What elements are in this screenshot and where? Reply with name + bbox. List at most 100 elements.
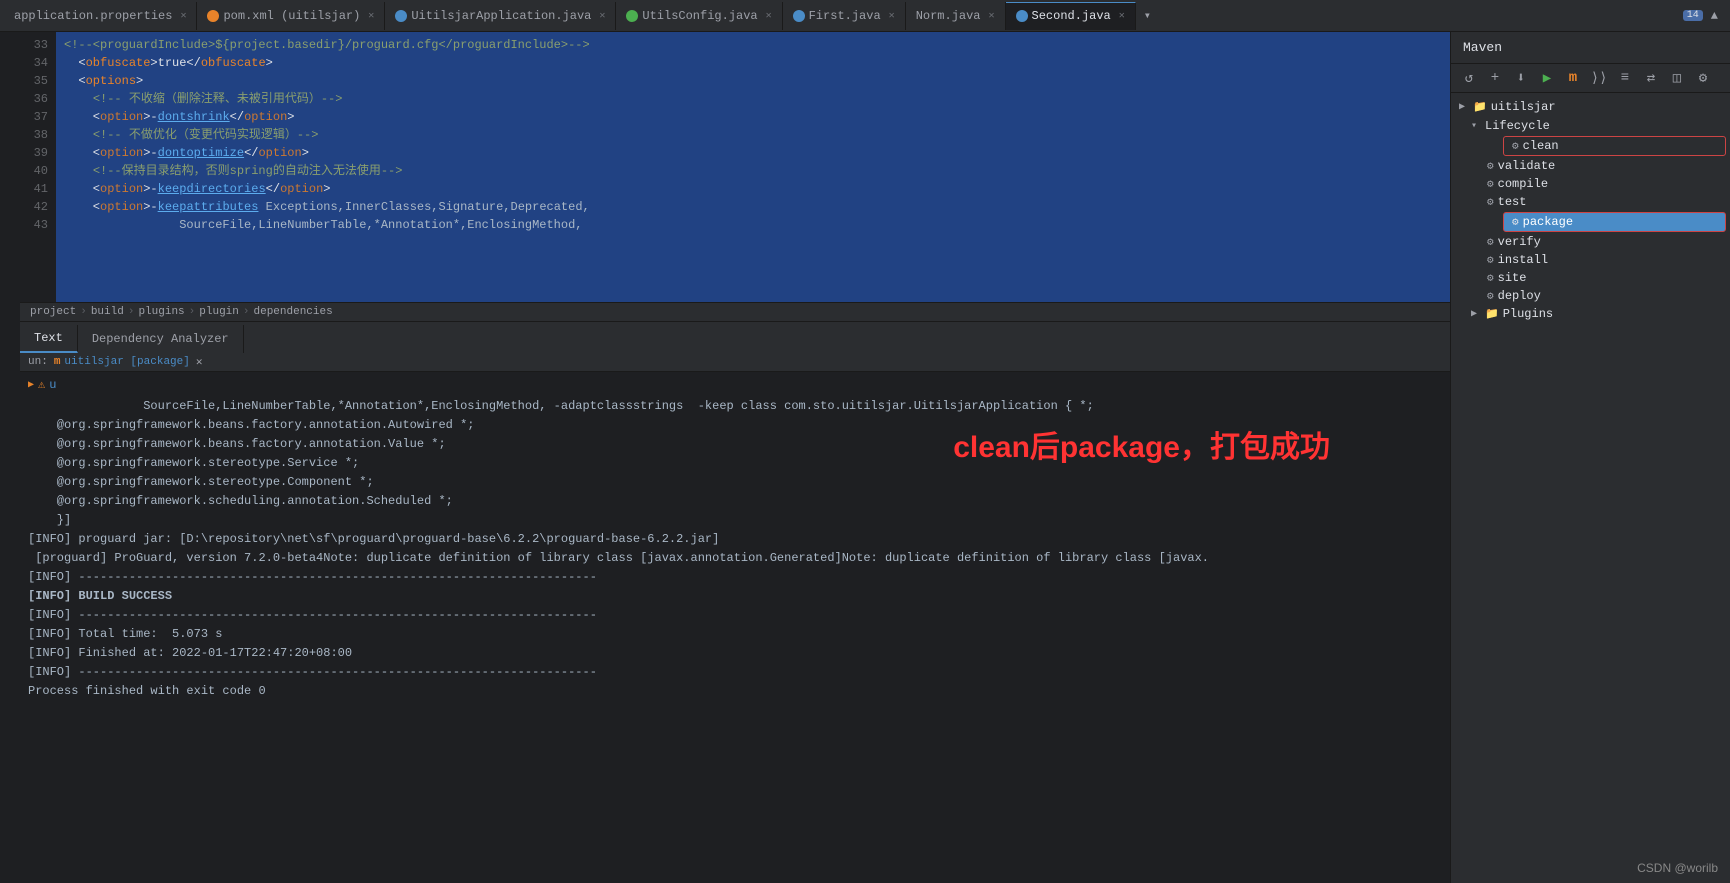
breadcrumb: project › build › plugins › plugin › dep… — [20, 302, 1450, 321]
tab-bar-right: 14 ▲ — [1683, 9, 1726, 23]
maven-btn-9[interactable]: ◫ — [1667, 68, 1687, 88]
tab-app-props[interactable]: application.properties ✕ — [4, 2, 197, 30]
utils-config-icon — [626, 10, 638, 22]
lifecycle-install[interactable]: ⚙ install — [1451, 251, 1730, 269]
compile-icon: ⚙ — [1487, 177, 1494, 191]
maven-skip-tests-btn[interactable]: ⟩⟩ — [1589, 68, 1609, 88]
lifecycle-site[interactable]: ⚙ site — [1451, 269, 1730, 287]
maven-play-btn[interactable]: ▶ — [1537, 68, 1557, 88]
package-label: package — [1523, 215, 1573, 229]
maven-download-btn[interactable]: ⬇ — [1511, 68, 1531, 88]
left-gutter — [0, 32, 20, 883]
close-tab-pom-xml[interactable]: ✕ — [368, 10, 374, 22]
code-line-43: SourceFile,LineNumberTable,*Annotation*,… — [56, 216, 1450, 234]
terminal-container: ▶ ⚠ u SourceFile,LineNumberTable,*Annota… — [20, 372, 1450, 883]
verify-label: verify — [1498, 235, 1541, 249]
plugins-node[interactable]: ▶ 📁 Plugins — [1451, 305, 1730, 323]
deploy-icon: ⚙ — [1487, 289, 1494, 303]
tab-first-java-label: First.java — [809, 9, 881, 23]
tab-norm-java[interactable]: Norm.java ✕ — [906, 2, 1006, 30]
run-item[interactable]: m uitilsjar [package] — [54, 356, 190, 368]
plugins-label: Plugins — [1503, 307, 1553, 321]
panel-tabs: Text Dependency Analyzer — [20, 321, 1450, 353]
lifecycle-package[interactable]: ⚙ package — [1503, 212, 1726, 232]
validate-icon: ⚙ — [1487, 159, 1494, 173]
tab-second-java-label: Second.java — [1032, 9, 1111, 23]
code-content: 33 34 35 36 37 38 39 40 41 42 43 <!--<pr… — [20, 32, 1450, 302]
deploy-label: deploy — [1498, 289, 1541, 303]
verify-icon: ⚙ — [1487, 235, 1494, 249]
main-layout: 33 34 35 36 37 38 39 40 41 42 43 <!--<pr… — [0, 32, 1730, 883]
tab-app-props-label: application.properties — [14, 9, 172, 23]
close-tab-first-java[interactable]: ✕ — [889, 10, 895, 22]
counter-arrow[interactable]: ▲ — [1711, 9, 1718, 23]
breadcrumb-build[interactable]: build — [91, 306, 124, 318]
maven-m-btn[interactable]: m — [1563, 68, 1583, 88]
bottom-panel: Text Dependency Analyzer un: m uitilsjar… — [20, 321, 1450, 883]
tab-utils-config-label: UtilsConfig.java — [642, 9, 757, 23]
tab-second-java[interactable]: Second.java ✕ — [1006, 2, 1136, 30]
tab-overflow-btn[interactable]: ▾ — [1136, 8, 1159, 23]
site-label: site — [1498, 271, 1527, 285]
terminal-line-6: @org.springframework.scheduling.annotati… — [28, 492, 1442, 511]
terminal-line-5: @org.springframework.stereotype.Componen… — [28, 473, 1442, 492]
lifecycle-clean[interactable]: ⚙ clean — [1503, 136, 1726, 156]
close-tab-norm-java[interactable]: ✕ — [989, 10, 995, 22]
lifecycle-deploy[interactable]: ⚙ deploy — [1451, 287, 1730, 305]
tab-first-java[interactable]: First.java ✕ — [783, 2, 906, 30]
close-tab-second-java[interactable]: ✕ — [1119, 10, 1125, 22]
close-run-tab[interactable]: ✕ — [196, 355, 203, 369]
terminal-line-proguard2: [proguard] ProGuard, version 7.2.0-beta4… — [28, 549, 1442, 568]
test-label: test — [1498, 195, 1527, 209]
lifecycle-compile[interactable]: ⚙ compile — [1451, 175, 1730, 193]
code-line-36: <!-- 不收缩（删除注释、未被引用代码）--> — [56, 90, 1450, 108]
terminal-line-exit: Process finished with exit code 0 — [28, 682, 1442, 701]
breadcrumb-plugin[interactable]: plugin — [199, 306, 239, 318]
warning-triangle: ▶ — [28, 376, 34, 395]
terminal-output[interactable]: ▶ ⚠ u SourceFile,LineNumberTable,*Annota… — [20, 372, 1450, 883]
terminal-line-8: }] — [28, 511, 1442, 530]
breadcrumb-dependencies[interactable]: dependencies — [254, 306, 333, 318]
uitilsjar-icon — [395, 10, 407, 22]
tab-pom-xml[interactable]: pom.xml (uitilsjar) ✕ — [197, 2, 385, 30]
maven-root-node[interactable]: ▶ 📁 uitilsjar — [1451, 97, 1730, 117]
lifecycle-verify[interactable]: ⚙ verify — [1451, 233, 1730, 251]
code-text[interactable]: <!--<proguardInclude>${project.basedir}/… — [56, 32, 1450, 302]
install-label: install — [1498, 253, 1548, 267]
tab-dependency-analyzer[interactable]: Dependency Analyzer — [78, 325, 244, 353]
first-java-icon — [793, 10, 805, 22]
lifecycle-node[interactable]: ▾ Lifecycle — [1451, 117, 1730, 135]
maven-btn-8[interactable]: ⇄ — [1641, 68, 1661, 88]
tab-bar: application.properties ✕ pom.xml (uitils… — [0, 0, 1730, 32]
maven-sidebar: Maven ↺ + ⬇ ▶ m ⟩⟩ ≡ ⇄ ◫ ⚙ ▶ 📁 uitilsjar… — [1450, 32, 1730, 883]
maven-settings-btn[interactable]: ⚙ — [1693, 68, 1713, 88]
code-editor: 33 34 35 36 37 38 39 40 41 42 43 <!--<pr… — [20, 32, 1450, 302]
maven-btn-7[interactable]: ≡ — [1615, 68, 1635, 88]
breadcrumb-project[interactable]: project — [30, 306, 76, 318]
maven-title: Maven — [1463, 40, 1502, 55]
terminal-line-build-success: [INFO] BUILD SUCCESS — [28, 587, 1442, 606]
maven-add-btn[interactable]: + — [1485, 68, 1505, 88]
lifecycle-validate[interactable]: ⚙ validate — [1451, 157, 1730, 175]
tab-utils-config[interactable]: UtilsConfig.java ✕ — [616, 2, 782, 30]
breadcrumb-plugins[interactable]: plugins — [138, 306, 184, 318]
code-line-41: <option>-keepdirectories</option> — [56, 180, 1450, 198]
terminal-line-4: @org.springframework.stereotype.Service … — [28, 454, 1442, 473]
code-line-40: <!--保持目录结构，否则spring的自动注入无法使用--> — [56, 162, 1450, 180]
tab-text[interactable]: Text — [20, 325, 78, 353]
code-line-34: <obfuscate>true</obfuscate> — [56, 54, 1450, 72]
test-icon: ⚙ — [1487, 195, 1494, 209]
maven-refresh-btn[interactable]: ↺ — [1459, 68, 1479, 88]
close-tab-utils-config[interactable]: ✕ — [766, 10, 772, 22]
terminal-line-2: @org.springframework.beans.factory.annot… — [28, 416, 1442, 435]
watermark: CSDN @worilb — [1637, 861, 1718, 875]
clean-label: clean — [1523, 139, 1559, 153]
site-icon: ⚙ — [1487, 271, 1494, 285]
tab-uitilsjar[interactable]: UitilsjarApplication.java ✕ — [385, 2, 616, 30]
lifecycle-test[interactable]: ⚙ test — [1451, 193, 1730, 211]
close-tab-uitilsjar[interactable]: ✕ — [599, 10, 605, 22]
run-item-text: uitilsjar [package] — [64, 356, 189, 368]
maven-header: Maven — [1451, 32, 1730, 64]
close-tab-app-props[interactable]: ✕ — [180, 10, 186, 22]
counter-badge: 14 — [1683, 10, 1703, 21]
